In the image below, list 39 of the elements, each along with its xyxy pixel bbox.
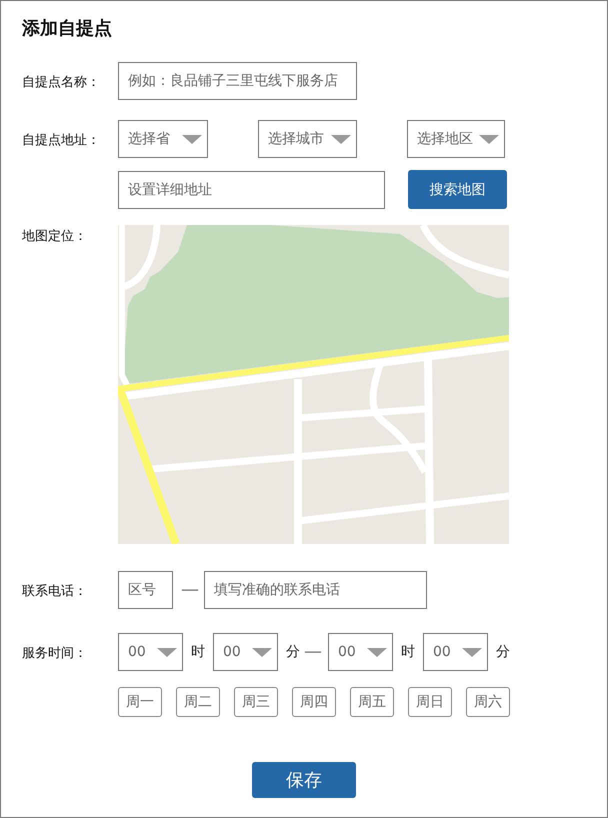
weekday-toggle[interactable]: 周六 (466, 687, 510, 717)
input-field[interactable]: 例如：良品铺子三里屯线下服务店 (118, 62, 357, 100)
city-select[interactable]: 选择城市 (258, 120, 357, 158)
save-button[interactable]: 保存 (252, 762, 356, 798)
weekday-toggle[interactable]: 周一 (118, 687, 162, 717)
field-label: 服务时间： (22, 646, 87, 660)
area-code-field[interactable]: 区号 (118, 571, 173, 609)
caret-down-icon (331, 134, 351, 144)
input-field[interactable]: 填写准确的联系电话 (204, 571, 427, 609)
dash-separator: — (304, 643, 322, 661)
hour-select[interactable]: 00 (328, 633, 393, 671)
caret-down-icon (252, 648, 272, 656)
input-field[interactable]: 设置详细地址 (118, 170, 385, 208)
dash-separator: — (181, 581, 199, 599)
province-select[interactable]: 选择省 (118, 120, 208, 158)
weekday-toggle[interactable]: 周二 (176, 687, 220, 717)
weekday-toggle[interactable]: 周四 (292, 687, 336, 717)
unit-label: 时 (191, 643, 205, 661)
hour-select[interactable]: 00 (118, 633, 183, 671)
unit-label: 分 (496, 643, 510, 661)
weekday-toggle[interactable]: 周三 (234, 687, 278, 717)
weekday-toggle[interactable]: 周日 (408, 687, 452, 717)
minute-select[interactable]: 00 (423, 633, 488, 671)
field-label: 自提点名称： (22, 74, 100, 90)
minute-select[interactable]: 00 (213, 633, 278, 671)
district-select[interactable]: 选择地区 (407, 120, 505, 158)
unit-label: 分 (286, 643, 300, 661)
page-title: 添加自提点 (22, 17, 112, 41)
unit-label: 时 (401, 643, 415, 661)
field-label: 地图定位： (22, 229, 87, 244)
caret-down-icon (157, 648, 177, 656)
caret-down-icon (182, 134, 202, 144)
caret-down-icon (479, 134, 499, 144)
caret-down-icon (367, 648, 387, 656)
caret-down-icon (462, 648, 482, 656)
search-map-button[interactable]: 搜索地图 (408, 170, 507, 209)
field-label: 联系电话： (22, 584, 87, 598)
weekday-toggle[interactable]: 周五 (350, 687, 394, 717)
field-label: 自提点地址： (22, 132, 100, 148)
